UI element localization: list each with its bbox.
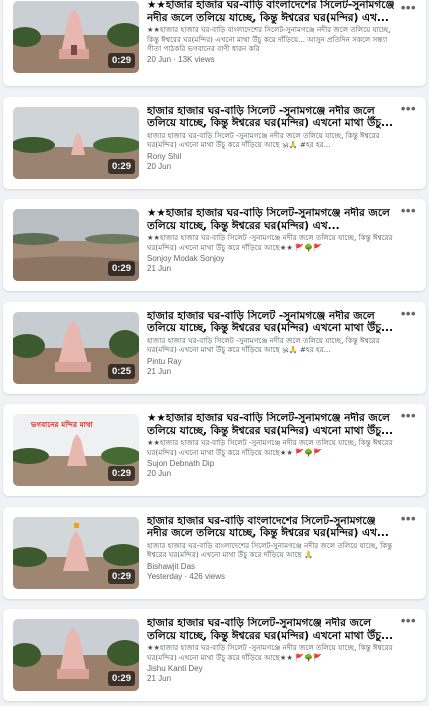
video-description: ★★হাজার হাজার ঘর-বাড়ি সিলেট -সুনামগঞ্জে… <box>147 643 393 662</box>
video-card[interactable]: 0:25 হাজার হাজার ঘর-বাড়ি সিলেট -সুনামগঞ… <box>3 301 426 394</box>
more-options-ellipsis-icon[interactable]: ••• <box>401 307 416 320</box>
video-duration: 0:29 <box>107 261 135 276</box>
video-description: ★★হাজার হাজার ঘর-বাড়ি বাংলাদেশের সিলেট-… <box>147 25 391 54</box>
video-author[interactable]: Pintu Ray <box>147 357 396 366</box>
thumbnail-banner-text: ভগবানের মন্দির মাথা <box>31 421 93 429</box>
video-results-list: 0:29 ★★হাজার হাজার ঘর-বাড়ি বাংলাদেশের স… <box>0 0 429 701</box>
video-meta: 21 Jun <box>147 264 172 273</box>
video-title[interactable]: হাজার হাজার ঘর-বাড়ি সিলেট -সুনামগঞ্জে ন… <box>147 105 396 130</box>
video-description: হাজার হাজার ঘর-বাড়ি সিলেট -সুনামগঞ্জে ন… <box>147 335 380 355</box>
video-meta: 20 Jun <box>147 469 172 478</box>
video-description: হাজার হাজার ঘর-বাড়ি সিলেট -সুনামগঞ্জে ন… <box>147 130 380 150</box>
video-card[interactable]: 0:29 হাজার হাজার ঘর-বাড়ি বাংলাদেশের সিল… <box>3 506 426 599</box>
video-title[interactable]: ★★হাজার হাজার ঘর-বাড়ি সিলেট-সুনামগঞ্জে … <box>147 207 396 232</box>
video-description: ★★হাজার হাজার ঘর-বাড়ি সিলেট -সুনামগঞ্জে… <box>147 438 393 457</box>
video-description: ★★হাজার হাজার ঘর-বাড়ি সিলেট -সুনামগঞ্জে… <box>147 233 393 252</box>
video-author[interactable]: Bishawjit Das <box>147 562 396 571</box>
video-info: ★★হাজার হাজার ঘর-বাড়ি সিলেট-সুনামগঞ্জে … <box>139 412 418 488</box>
video-meta: 21 Jun <box>147 674 172 683</box>
video-info: হাজার হাজার ঘর-বাড়ি সিলেট -সুনামগঞ্জে ন… <box>139 310 418 386</box>
video-thumbnail[interactable]: 0:29 <box>13 516 139 589</box>
video-title[interactable]: হাজার হাজার ঘর-বাড়ি সিলেট-সুনামগঞ্জে নদ… <box>147 617 396 642</box>
video-thumbnail[interactable]: 0:29 <box>13 619 139 691</box>
video-info: হাজার হাজার ঘর-বাড়ি বাংলাদেশের সিলেট-সু… <box>139 515 418 591</box>
video-author[interactable]: Sujon Debnath Dip <box>147 459 396 468</box>
video-meta: Yesterday · 426 views <box>147 571 225 581</box>
video-card[interactable]: 0:29 হাজার হাজার ঘর-বাড়ি সিলেট -সুনামগঞ… <box>3 96 426 189</box>
video-thumbnail[interactable]: ভগবানের মন্দির মাথা 0:29 <box>13 414 139 486</box>
video-info: ★★হাজার হাজার ঘর-বাড়ি সিলেট-সুনামগঞ্জে … <box>139 207 418 283</box>
video-thumbnail[interactable]: 0:29 <box>13 209 139 281</box>
video-duration: 0:29 <box>107 466 135 481</box>
video-duration: 0:29 <box>107 158 135 174</box>
video-thumbnail[interactable]: 0:29 <box>13 1 139 73</box>
video-card[interactable]: 0:29 ★★হাজার হাজার ঘর-বাড়ি বাংলাদেশের স… <box>3 0 426 86</box>
video-title[interactable]: হাজার হাজার ঘর-বাড়ি বাংলাদেশের সিলেট-সু… <box>147 515 396 540</box>
more-options-ellipsis-icon[interactable]: ••• <box>401 102 416 115</box>
video-meta: 21 Jun <box>147 366 172 376</box>
video-info: হাজার হাজার ঘর-বাড়ি সিলেট-সুনামগঞ্জে নদ… <box>139 617 418 693</box>
video-card[interactable]: 0:29 ★★হাজার হাজার ঘর-বাড়ি সিলেট-সুনামগ… <box>3 199 426 291</box>
more-options-ellipsis-icon[interactable]: ••• <box>401 512 416 525</box>
video-duration: 0:25 <box>107 363 135 379</box>
video-author[interactable]: Sonjoy Modak Sonjoy <box>147 254 396 263</box>
video-title[interactable]: হাজার হাজার ঘর-বাড়ি সিলেট -সুনামগঞ্জে ন… <box>147 310 396 335</box>
more-options-ellipsis-icon[interactable]: ••• <box>401 614 416 627</box>
more-options-ellipsis-icon[interactable]: ••• <box>401 204 416 217</box>
video-info: ★★হাজার হাজার ঘর-বাড়ি বাংলাদেশের সিলেট-… <box>139 0 418 78</box>
video-duration: 0:29 <box>107 53 135 68</box>
video-author[interactable]: Rony Shil <box>147 152 396 161</box>
video-author[interactable]: Jishu Kanti Dey <box>147 664 396 673</box>
video-thumbnail[interactable]: 0:29 <box>13 106 139 179</box>
video-card[interactable]: 0:29 হাজার হাজার ঘর-বাড়ি সিলেট-সুনামগঞ্… <box>3 609 426 701</box>
video-description: হাজার হাজার ঘর-বাড়ি বাংলাদেশের সিলেট-সু… <box>147 540 393 560</box>
more-options-ellipsis-icon[interactable]: ••• <box>401 1 416 14</box>
video-duration: 0:29 <box>107 568 135 584</box>
video-duration: 0:29 <box>107 671 135 686</box>
more-options-ellipsis-icon[interactable]: ••• <box>401 409 416 422</box>
video-meta: 20 Jun <box>147 161 172 171</box>
video-title[interactable]: ★★হাজার হাজার ঘর-বাড়ি সিলেট-সুনামগঞ্জে … <box>147 412 396 437</box>
video-title[interactable]: ★★হাজার হাজার ঘর-বাড়ি বাংলাদেশের সিলেট-… <box>147 0 396 24</box>
video-info: হাজার হাজার ঘর-বাড়ি সিলেট -সুনামগঞ্জে ন… <box>139 105 418 181</box>
video-card[interactable]: ভগবানের মন্দির মাথা 0:29 ★★হাজার হাজার ঘ… <box>3 404 426 496</box>
video-meta: 20 Jun · 13K views <box>147 54 215 64</box>
video-thumbnail[interactable]: 0:25 <box>13 311 139 384</box>
